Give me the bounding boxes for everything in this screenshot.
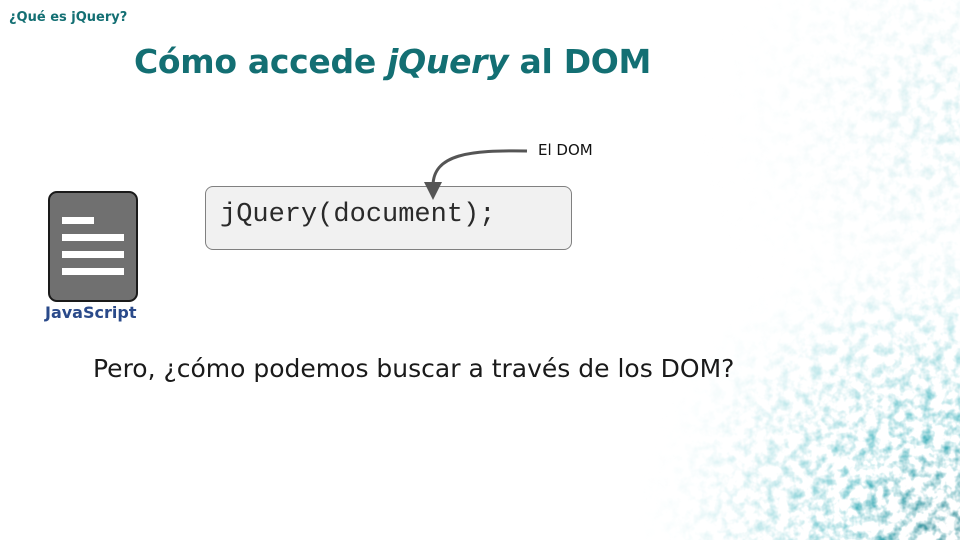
document-icon — [48, 191, 138, 302]
section-label: ¿Qué es jQuery? — [9, 10, 128, 25]
title-suffix: al DOM — [508, 42, 652, 81]
background-texture — [0, 0, 960, 540]
question-text: Pero, ¿cómo podemos buscar a través de l… — [93, 354, 735, 383]
title-emphasis: jQuery — [387, 42, 509, 81]
title-prefix: Cómo accede — [134, 42, 388, 81]
slide: ¿Qué es jQuery? Cómo accede jQuery al DO… — [0, 0, 960, 540]
slide-title: Cómo accede jQuery al DOM — [134, 42, 651, 81]
document-caption: JavaScript — [45, 303, 137, 322]
curved-arrow-icon — [424, 149, 528, 200]
callout-label: El DOM — [538, 141, 593, 159]
